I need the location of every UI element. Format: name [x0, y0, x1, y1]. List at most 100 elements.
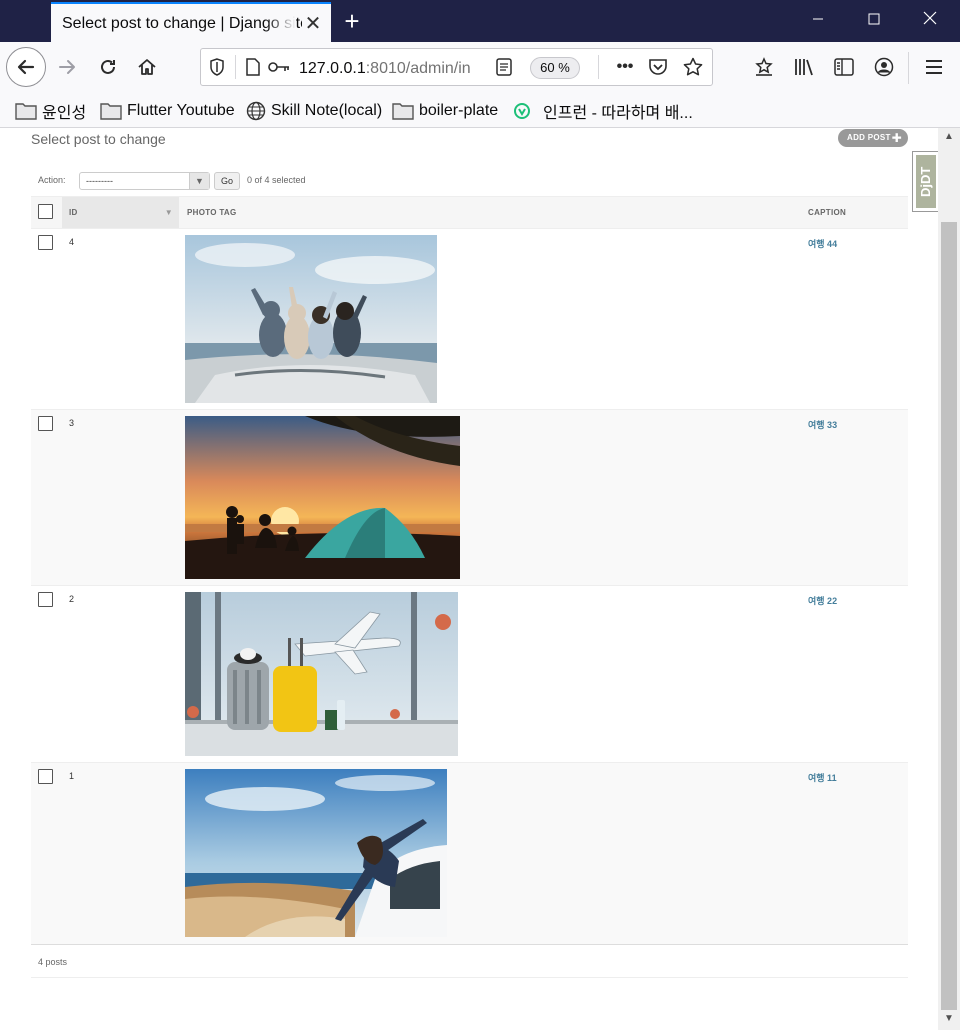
bookmark-star-icon[interactable] — [682, 57, 704, 77]
row-checkbox[interactable] — [38, 592, 53, 607]
add-post-button[interactable]: ADD POST ✚ — [838, 129, 908, 147]
row-id: 2 — [62, 585, 179, 763]
action-label: Action: — [38, 175, 66, 185]
back-button-icon[interactable] — [6, 47, 46, 87]
account-icon[interactable] — [872, 54, 896, 80]
page-content: Select post to change ADD POST ✚ DjDT Act… — [0, 128, 938, 1030]
column-header-caption: CAPTION — [800, 196, 908, 229]
key-icon[interactable] — [267, 57, 291, 77]
plus-icon: ✚ — [891, 131, 902, 145]
forward-button-icon[interactable] — [54, 54, 80, 80]
add-post-label: ADD POST — [847, 133, 891, 142]
url-host: 127.0.0.1 — [299, 60, 366, 77]
action-select-value: --------- — [86, 176, 113, 186]
photo-cell — [179, 585, 800, 763]
bookmark-skill-note[interactable]: Skill Note(local) — [246, 99, 382, 123]
table-row: 4 여행 44 — [31, 228, 908, 410]
inflearn-icon — [514, 103, 530, 119]
page-actions-icon[interactable]: ••• — [613, 57, 637, 77]
row-select-cell — [31, 762, 62, 945]
scroll-up-icon[interactable]: ▲ — [942, 130, 956, 144]
maximize-icon[interactable] — [846, 0, 902, 42]
bookmark-label: 윤인성 — [42, 105, 87, 122]
photo-cell — [179, 409, 800, 586]
caption-cell: 여행 33 — [800, 409, 908, 586]
caption-cell: 여행 11 — [800, 762, 908, 945]
photo-cell — [179, 228, 800, 410]
folder-icon — [392, 103, 414, 120]
select-all-cell — [31, 196, 62, 229]
caption-link[interactable]: 여행 44 — [808, 239, 837, 249]
zoom-level[interactable]: 60 % — [530, 57, 580, 79]
column-caption-label: CAPTION — [808, 208, 847, 217]
sidebar-icon[interactable] — [832, 54, 856, 80]
bookmark-label: 인프런 - 따라하며 배... — [543, 105, 693, 122]
djdt-label: DjDT — [916, 155, 936, 208]
row-select-cell — [31, 585, 62, 763]
page-info-icon[interactable] — [243, 57, 263, 77]
bookmark-label: boiler-plate — [419, 102, 499, 119]
add-bookmark-icon[interactable] — [752, 54, 776, 80]
pocket-icon[interactable] — [647, 57, 669, 77]
caption-link[interactable]: 여행 22 — [808, 596, 837, 606]
minimize-icon[interactable] — [790, 0, 846, 42]
results-table: ID ▼ PHOTO TAG CAPTION 4 여행 44 3 여행 33 2… — [31, 196, 908, 945]
vertical-scrollbar[interactable]: ▲ ▼ — [938, 128, 960, 1030]
bookmark-inflearn[interactable]: 인프런 - 따라하며 배... — [512, 99, 693, 123]
table-row: 1 여행 11 — [31, 762, 908, 945]
row-id: 3 — [62, 409, 179, 586]
caption-cell: 여행 44 — [800, 228, 908, 410]
chevron-down-icon[interactable]: ▼ — [189, 173, 209, 189]
go-button[interactable]: Go — [214, 172, 240, 190]
scroll-down-icon[interactable]: ▼ — [942, 1012, 956, 1026]
row-id: 4 — [62, 228, 179, 410]
globe-icon — [246, 101, 266, 121]
reload-icon[interactable] — [95, 54, 121, 80]
folder-icon — [100, 103, 122, 120]
new-tab-icon[interactable]: + — [339, 8, 365, 34]
home-icon[interactable] — [134, 54, 160, 80]
tab-fade — [266, 12, 296, 36]
sort-desc-icon[interactable]: ▼ — [165, 208, 173, 217]
close-window-icon[interactable] — [902, 0, 958, 42]
reader-view-icon[interactable] — [494, 57, 514, 77]
caption-link[interactable]: 여행 33 — [808, 420, 837, 430]
bookmark-folder-3[interactable]: boiler-plate — [392, 99, 498, 123]
column-header-photo: PHOTO TAG — [179, 196, 800, 229]
row-checkbox[interactable] — [38, 416, 53, 431]
paginator: 4 posts — [31, 944, 908, 978]
bookmark-folder-2[interactable]: Flutter Youtube — [100, 99, 235, 123]
table-row: 3 여행 33 — [31, 409, 908, 586]
post-photo-friends-convertible — [185, 235, 437, 403]
row-checkbox[interactable] — [38, 235, 53, 250]
row-id: 1 — [62, 762, 179, 945]
selection-counter: 0 of 4 selected — [247, 175, 306, 185]
navigation-toolbar: 127.0.0.1:8010/admin/in 60 % ••• — [0, 42, 960, 94]
browser-tab[interactable]: Select post to change | Django site admi… — [51, 2, 331, 42]
url-text[interactable]: 127.0.0.1:8010/admin/in — [299, 60, 471, 78]
row-checkbox[interactable] — [38, 769, 53, 784]
hamburger-menu-icon[interactable] — [922, 54, 946, 80]
select-all-checkbox[interactable] — [38, 204, 53, 219]
action-select[interactable]: --------- ▼ — [79, 172, 210, 190]
row-select-cell — [31, 228, 62, 410]
bookmark-label: Flutter Youtube — [127, 102, 235, 119]
column-photo-label: PHOTO TAG — [187, 208, 237, 217]
tracking-shield-icon[interactable] — [207, 57, 227, 77]
library-icon[interactable] — [792, 54, 816, 80]
page-title: Select post to change — [31, 131, 166, 147]
url-path: :8010/admin/in — [365, 60, 471, 77]
bookmark-folder-1[interactable]: 윤인성 — [15, 99, 86, 123]
caption-cell: 여행 22 — [800, 585, 908, 763]
caption-link[interactable]: 여행 11 — [808, 773, 837, 783]
tab-close-icon[interactable]: ✕ — [301, 12, 325, 36]
folder-icon — [15, 103, 37, 120]
bookmarks-toolbar: 윤인성 Flutter Youtube Skill Note(local) bo… — [0, 94, 960, 128]
debug-toolbar-handle[interactable]: DjDT — [912, 151, 938, 212]
table-row: 2 여행 22 — [31, 585, 908, 763]
url-bar[interactable]: 127.0.0.1:8010/admin/in 60 % ••• — [200, 48, 713, 86]
scroll-thumb[interactable] — [941, 222, 957, 1010]
column-header-id[interactable]: ID ▼ — [62, 196, 179, 229]
bookmark-label: Skill Note(local) — [271, 102, 383, 119]
table-header-row: ID ▼ PHOTO TAG CAPTION — [31, 196, 908, 229]
